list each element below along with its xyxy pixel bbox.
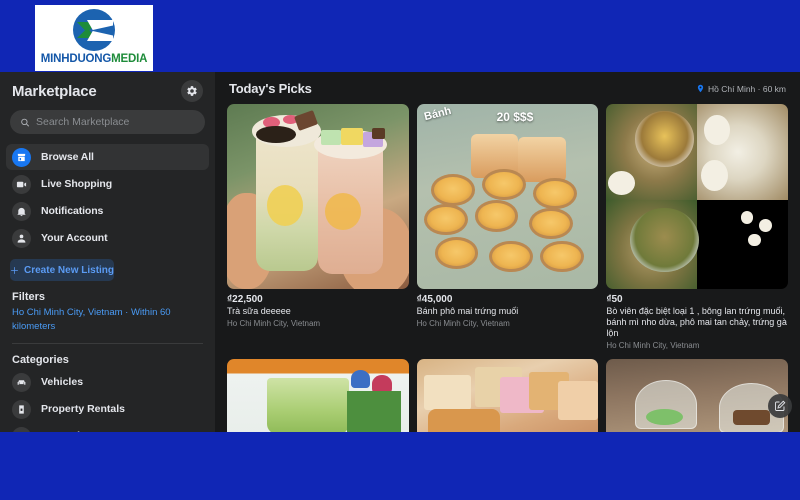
listing-card[interactable] [416, 359, 599, 432]
listing-image[interactable] [606, 359, 788, 432]
sidebar-category-label: Vehicles [41, 376, 84, 388]
building-icon [12, 399, 31, 419]
storefront-icon [12, 147, 31, 167]
filters-title: Filters [12, 291, 46, 303]
main-content: Today's Picks Hồ Chí Minh · 60 km ₫22,50… [215, 72, 800, 432]
listing-card[interactable]: Bánh 20 $$$ ₫45,000 Bánh phô mai trứng m… [416, 104, 599, 350]
tshirt-icon [12, 426, 31, 432]
listing-price: ₫50 [606, 294, 623, 305]
sidebar-category-vehicles[interactable]: Vehicles [0, 369, 215, 395]
gear-icon [187, 86, 197, 96]
listing-image-overlay-price: 20 $$$ [496, 109, 534, 124]
sidebar-nav: Browse All Live Shopping Notifications Y… [0, 144, 215, 251]
brand-logo-text: MINHDUONGMEDIA [40, 53, 148, 65]
section-title: Today's Picks [229, 81, 312, 96]
car-icon [12, 372, 31, 392]
sidebar-item-browse-all[interactable]: Browse All [6, 144, 209, 170]
brand-logo: MINHDUONGMEDIA [35, 5, 153, 71]
minhduong-circle-arrow-logo-icon [73, 9, 115, 51]
listing-image[interactable] [606, 104, 788, 289]
listing-location: Ho Chi Minh City, Vietnam [606, 341, 700, 350]
sidebar-item-label: Notifications [41, 205, 104, 217]
person-icon [12, 228, 31, 248]
sidebar-header: Marketplace [0, 72, 215, 108]
sidebar-category-label: Property Rentals [41, 403, 126, 415]
sidebar: Marketplace Browse All [0, 72, 215, 432]
search-input[interactable] [36, 116, 195, 128]
location-pin-icon [697, 84, 704, 93]
listing-location: Ho Chi Minh City, Vietnam [416, 319, 510, 328]
listing-price: ₫45,000 [416, 294, 453, 305]
listings-grid: ₫22,500 Trà sữa deeeee Ho Chi Minh City,… [215, 104, 800, 350]
filters-location-link[interactable]: Ho Chi Minh City, Vietnam · Within 60 ki… [0, 306, 215, 334]
brand-name-part2: MEDIA [111, 53, 148, 65]
search-icon [21, 118, 30, 127]
location-indicator[interactable]: Hồ Chí Minh · 60 km [696, 84, 786, 94]
edit-square-icon [775, 400, 786, 411]
listing-image[interactable] [227, 104, 409, 289]
sidebar-item-your-account[interactable]: Your Account [6, 225, 209, 251]
page-title: Marketplace [12, 82, 97, 100]
listings-grid-row-2 [215, 359, 800, 432]
listing-image[interactable] [227, 359, 409, 432]
brand-name-part1: MINHDUONG [40, 53, 112, 65]
sidebar-item-label: Browse All [41, 151, 94, 163]
create-new-listing-label: Create New Listing [24, 264, 115, 276]
listing-price: ₫22,500 [227, 294, 263, 305]
listing-image[interactable]: Bánh 20 $$$ [416, 104, 599, 289]
sidebar-category-apparel[interactable]: Apparel [0, 423, 215, 432]
listing-card[interactable]: ₫50 Bò viên đặc biệt loại 1 , bông lan t… [606, 104, 788, 350]
compose-listing-button[interactable] [768, 394, 792, 418]
listing-title: Bánh phô mai trứng muối [416, 306, 519, 316]
sidebar-item-notifications[interactable]: Notifications [6, 198, 209, 224]
sidebar-category-label: Apparel [41, 430, 80, 432]
create-new-listing-button[interactable]: Create New Listing [10, 259, 115, 281]
listing-card[interactable] [227, 359, 409, 432]
bell-icon [12, 201, 31, 221]
sidebar-item-live-shopping[interactable]: Live Shopping [6, 171, 209, 197]
live-video-icon [12, 174, 31, 194]
location-label: Hồ Chí Minh · 60 km [708, 83, 786, 94]
search-bar[interactable] [10, 110, 205, 134]
plus-icon [11, 266, 18, 274]
listing-card[interactable] [606, 359, 788, 432]
sidebar-item-label: Live Shopping [41, 178, 113, 190]
listing-card[interactable]: ₫22,500 Trà sữa deeeee Ho Chi Minh City,… [227, 104, 409, 350]
listing-image[interactable] [416, 359, 599, 432]
listing-title: Bò viên đặc biệt loại 1 , bông lan trứng… [606, 306, 787, 338]
main-header: Today's Picks Hồ Chí Minh · 60 km [215, 72, 800, 104]
listing-location: Ho Chi Minh City, Vietnam [227, 319, 321, 328]
sidebar-category-property-rentals[interactable]: Property Rentals [0, 396, 215, 422]
listing-title: Trà sữa deeeee [227, 306, 291, 316]
categories-title: Categories [12, 354, 69, 366]
marketplace-app-window: Marketplace Browse All [0, 72, 800, 432]
settings-button[interactable] [181, 80, 203, 102]
sidebar-item-label: Your Account [41, 232, 108, 244]
screen: MINHDUONGMEDIA Marketplace Search Market… [0, 0, 800, 500]
